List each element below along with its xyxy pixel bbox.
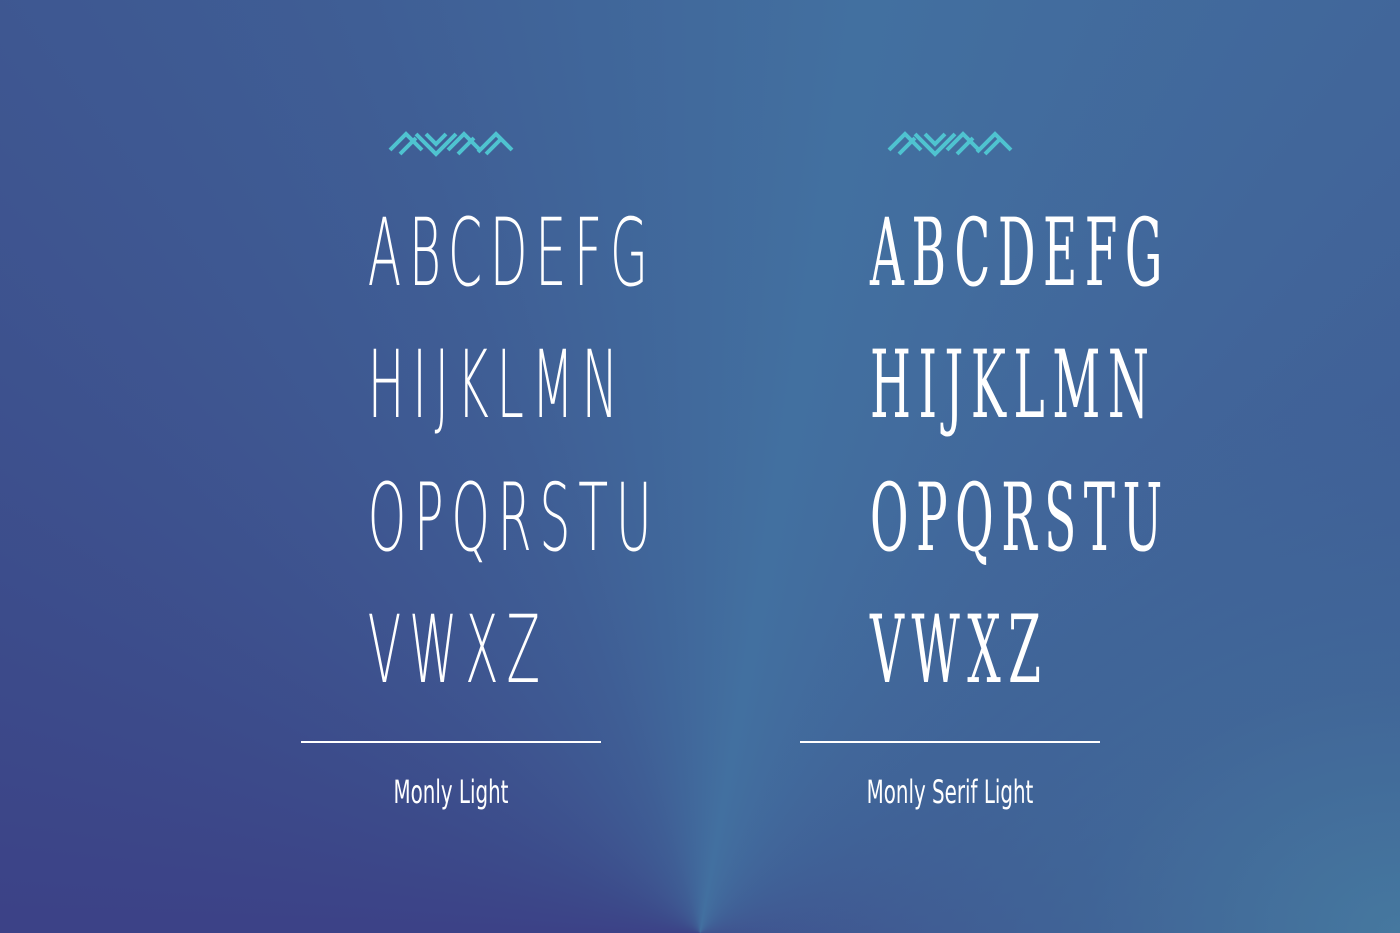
glyph-row: ABCDEFG (367, 199, 656, 308)
specimen-serif: ABCDEFG HIJKLMN OPQRSTU VWXZ Monly Serif… (790, 0, 1170, 933)
specimen-sans: ABCDEFG HIJKLMN OPQRSTU VWXZ Monly Light (291, 0, 660, 933)
font-name-caption: Monly Serif Light (866, 773, 1034, 811)
zigzag-ornament-icon (887, 131, 1013, 157)
glyph-row: HIJKLMN (367, 331, 627, 440)
divider (800, 741, 1100, 743)
font-name-caption: Monly Light (393, 773, 509, 811)
zigzag-ornament-icon (388, 131, 514, 157)
glyph-row: OPQRSTU (367, 464, 660, 573)
glyph-row: HIJKLMN (870, 331, 1157, 440)
glyph-row: VWXZ (367, 596, 548, 705)
glyph-row: ABCDEFG (870, 199, 1170, 308)
glyph-row: OPQRSTU (870, 464, 1170, 573)
divider (301, 741, 601, 743)
glyph-row: VWXZ (870, 596, 1049, 705)
